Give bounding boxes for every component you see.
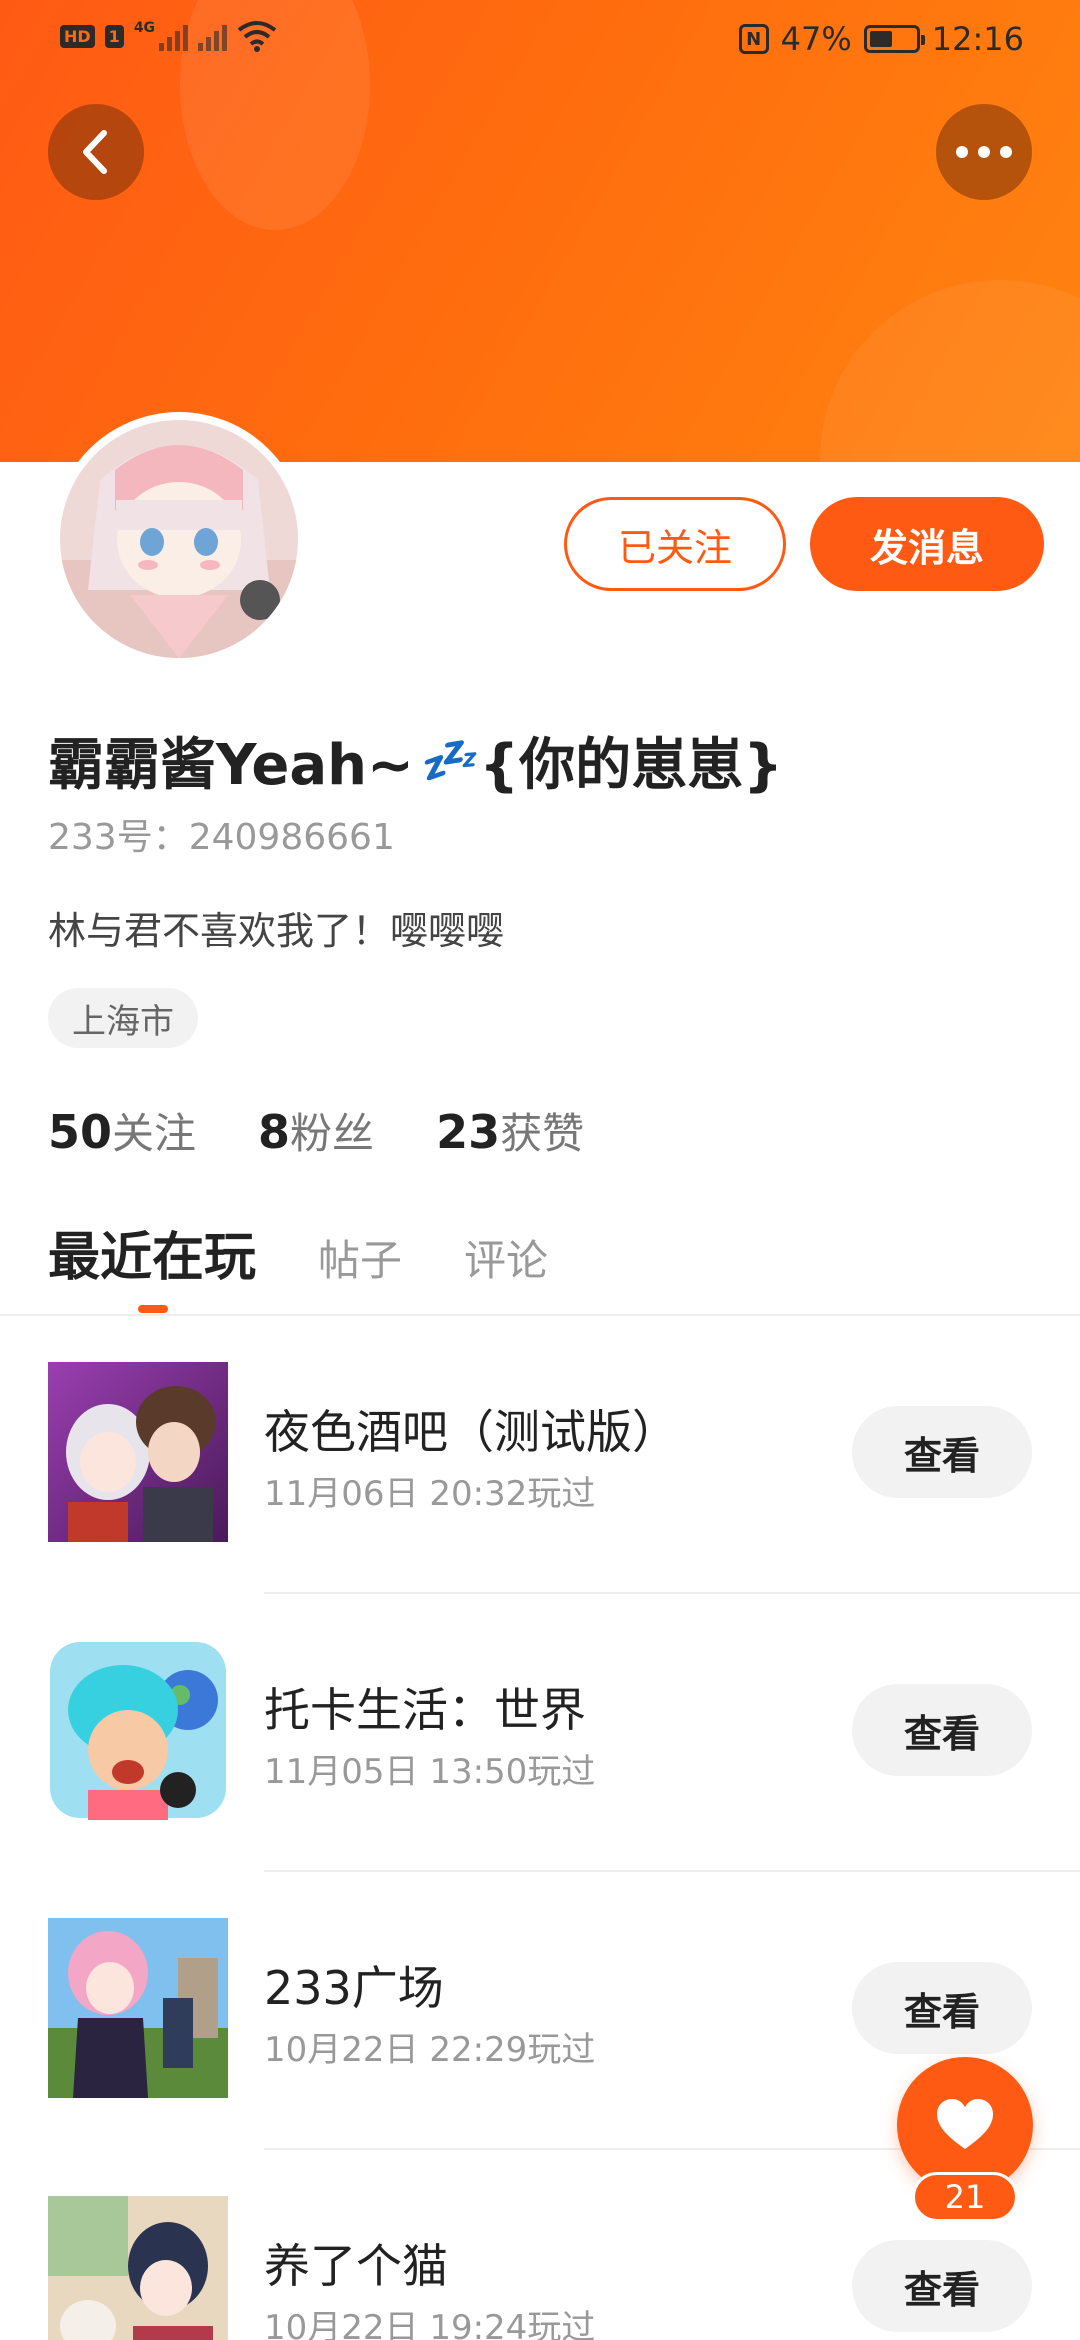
game-played-time: 11月06日 20:32玩过 xyxy=(264,1474,596,1514)
status-bar: HD 1 4G N 47% 12:16 xyxy=(0,0,1080,80)
tab-comments[interactable]: 评论 xyxy=(464,1227,548,1288)
game-played-time: 11月05日 13:50玩过 xyxy=(264,1752,596,1792)
game-name: 养了个猫 xyxy=(264,2239,448,2293)
followed-button[interactable]: 已关注 xyxy=(564,497,786,591)
view-button[interactable]: 查看 xyxy=(852,1406,1032,1498)
hd-badge: HD xyxy=(60,24,95,48)
nickname: 霸霸酱Yeah~ 💤 {你的崽崽} xyxy=(48,720,783,801)
tab-recent[interactable]: 最近在玩 xyxy=(48,1215,256,1290)
profile-tabs: 最近在玩 帖子 评论 xyxy=(48,1215,548,1290)
game-icon xyxy=(48,2196,228,2340)
game-icon xyxy=(48,1362,228,1542)
user-bio: 林与君不喜欢我了！嘤嘤嘤 xyxy=(48,909,505,953)
send-message-button[interactable]: 发消息 xyxy=(810,497,1044,591)
tab-indicator xyxy=(138,1305,168,1313)
list-item[interactable]: 夜色酒吧（测试版） 11月06日 20:32玩过 查看 xyxy=(0,1316,1080,1594)
game-played-time: 10月22日 22:29玩过 xyxy=(264,2030,596,2070)
nickname-suffix: {你的崽崽} xyxy=(479,733,783,798)
game-played-time: 10月22日 19:24玩过 xyxy=(264,2308,596,2340)
more-dots-icon xyxy=(956,146,1012,158)
likes-label: 获赞 xyxy=(500,1109,585,1158)
sim-badge: 1 xyxy=(104,24,124,48)
battery-icon xyxy=(863,25,925,53)
fans-label: 粉丝 xyxy=(290,1109,375,1158)
chevron-left-icon xyxy=(83,130,107,174)
list-item[interactable]: 托卡生活：世界 11月05日 13:50玩过 查看 xyxy=(0,1594,1080,1872)
view-button[interactable]: 查看 xyxy=(852,1962,1032,2054)
nfc-icon: N xyxy=(738,24,769,54)
tab-posts[interactable]: 帖子 xyxy=(318,1227,402,1288)
profile-stats: 50 关注 8 粉丝 23 获赞 xyxy=(48,1100,584,1161)
user-id: 233号：240986661 xyxy=(48,817,395,858)
fans-stat[interactable]: 8 粉丝 xyxy=(258,1100,374,1161)
wifi-icon xyxy=(237,21,277,52)
heart-icon xyxy=(937,2099,993,2149)
location-tag: 上海市 xyxy=(48,988,198,1048)
following-stat[interactable]: 50 关注 xyxy=(48,1100,196,1161)
likes-stat[interactable]: 23 获赞 xyxy=(436,1100,584,1161)
avatar[interactable] xyxy=(52,412,306,666)
sleep-emoji: 💤 xyxy=(417,733,476,787)
banner-decoration xyxy=(820,280,1080,462)
game-icon xyxy=(48,1918,228,2098)
battery-percent: 47% xyxy=(780,20,852,58)
game-name: 托卡生活：世界 xyxy=(264,1683,586,1737)
game-icon xyxy=(48,1640,228,1820)
likes-count: 23 xyxy=(436,1105,501,1159)
view-button[interactable]: 查看 xyxy=(852,2240,1032,2332)
nickname-text: 霸霸酱Yeah~ xyxy=(48,733,414,798)
view-button[interactable]: 查看 xyxy=(852,1684,1032,1776)
network-label: 4G xyxy=(133,20,156,36)
game-name: 夜色酒吧（测试版） xyxy=(264,1405,678,1459)
like-count-badge: 21 xyxy=(912,2172,1018,2222)
avatar-image xyxy=(60,420,298,658)
back-button[interactable] xyxy=(48,104,144,200)
signal-icon xyxy=(198,21,228,51)
more-button[interactable] xyxy=(936,104,1032,200)
clock: 12:16 xyxy=(931,20,1024,58)
fans-count: 8 xyxy=(258,1105,291,1159)
following-count: 50 xyxy=(48,1105,113,1159)
following-label: 关注 xyxy=(112,1109,197,1158)
status-right: N 47% 12:16 xyxy=(738,20,1024,58)
status-left: HD 1 4G xyxy=(60,20,277,52)
game-name: 233广场 xyxy=(264,1961,444,2015)
list-item[interactable]: 养了个猫 10月22日 19:24玩过 查看 xyxy=(0,2150,1080,2340)
signal-icon xyxy=(159,21,189,51)
